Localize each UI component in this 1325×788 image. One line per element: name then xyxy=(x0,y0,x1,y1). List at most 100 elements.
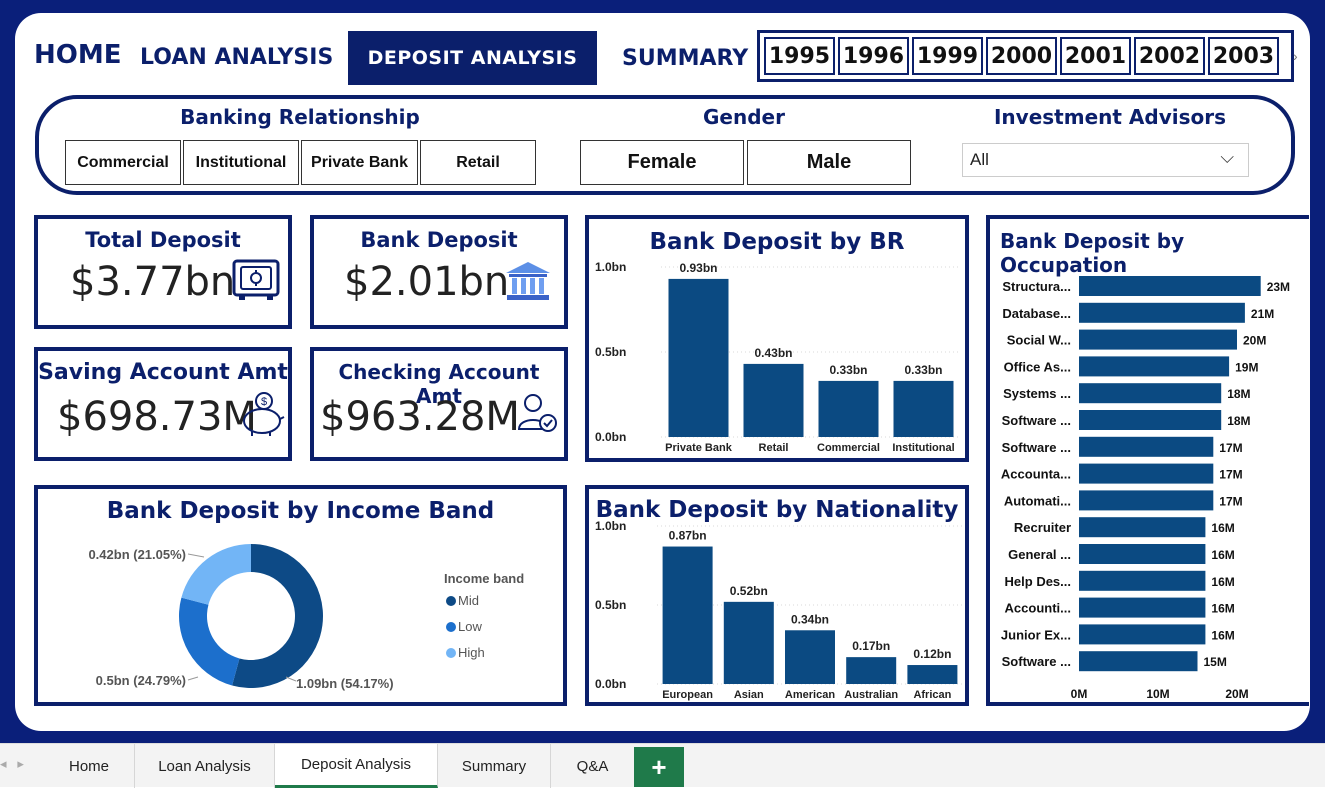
kpi-bank-deposit: Bank Deposit $2.01bn xyxy=(310,215,568,329)
kpi-value: $3.77bn xyxy=(70,259,236,305)
year-button[interactable]: 1999 xyxy=(912,37,983,75)
investment-advisors-label: Investment Advisors xyxy=(993,105,1226,129)
br-option-retail[interactable]: Retail xyxy=(420,140,536,185)
year-button[interactable]: 2003 xyxy=(1208,37,1279,75)
bar-data-label: 23M xyxy=(1267,280,1290,294)
kpi-label: Saving Account Amt xyxy=(38,360,288,385)
y-tick-label: Software ... xyxy=(1002,413,1071,428)
bar xyxy=(1079,410,1222,430)
nav-home[interactable]: HOME xyxy=(34,40,122,70)
y-tick-label: 1.0bn xyxy=(595,519,626,533)
x-tick-label: Commercial xyxy=(817,442,880,454)
bar xyxy=(1079,490,1214,511)
x-tick-label: African xyxy=(913,689,951,701)
year-button[interactable]: 2000 xyxy=(986,37,1057,75)
year-button[interactable]: 2002 xyxy=(1134,37,1205,75)
tab-qa[interactable]: Q&A xyxy=(551,744,634,788)
x-tick-label: 0M xyxy=(1071,687,1088,701)
bank-building-icon xyxy=(506,262,550,300)
legend-marker xyxy=(446,648,456,658)
br-option-private-bank[interactable]: Private Bank xyxy=(301,140,418,185)
dropdown-value: All xyxy=(970,150,989,169)
bar-data-label: 0.43bn xyxy=(754,346,792,360)
y-tick-label: Office As... xyxy=(1004,359,1071,374)
bar-data-label: 16M xyxy=(1211,628,1234,642)
donut-slice xyxy=(178,597,240,686)
chart-card-income-band: Bank Deposit by Income Band 1.09bn (54.1… xyxy=(34,485,567,706)
chevron-right-icon[interactable]: › xyxy=(1293,48,1298,64)
tab-summary[interactable]: Summary xyxy=(438,744,551,788)
y-tick-label: Software ... xyxy=(1002,654,1071,669)
tab-home[interactable]: Home xyxy=(44,744,135,788)
kpi-total-deposit: Total Deposit $3.77bn xyxy=(34,215,292,329)
y-tick-label: 0.5bn xyxy=(595,345,626,359)
legend-label: Mid xyxy=(458,593,479,608)
bar xyxy=(893,380,954,437)
y-tick-label: Structura... xyxy=(1002,279,1071,294)
x-tick-label: American xyxy=(785,689,835,701)
donut-chart-income-band: 1.09bn (54.17%) 0.5bn (24.79%) 0.42bn (21.… xyxy=(88,544,524,691)
y-tick-label: 0.5bn xyxy=(595,598,626,612)
tab-scroll-arrows-icon[interactable]: ◂ ▸ xyxy=(0,756,24,772)
slice-data-label: 1.09bn (54.17%) xyxy=(296,676,394,691)
tab-deposit-analysis[interactable]: Deposit Analysis xyxy=(275,744,438,788)
kpi-saving-account: Saving Account Amt $698.73M $ xyxy=(34,347,292,461)
x-tick-label: Retail xyxy=(759,442,789,454)
bar xyxy=(846,657,897,684)
bar-data-label: 17M xyxy=(1219,441,1242,455)
tab-loan-analysis[interactable]: Loan Analysis xyxy=(135,744,275,788)
bar-data-label: 0.33bn xyxy=(904,363,942,377)
bar-data-label: 0.33bn xyxy=(829,363,867,377)
x-tick-label: 20M xyxy=(1225,687,1248,701)
gender-option-male[interactable]: Male xyxy=(747,140,911,185)
bar xyxy=(818,380,879,437)
year-button[interactable]: 1996 xyxy=(838,37,909,75)
year-button[interactable]: 1995 xyxy=(764,37,835,75)
nav-summary[interactable]: SUMMARY xyxy=(622,46,748,71)
bar xyxy=(1079,624,1206,645)
legend-title: Income band xyxy=(444,571,524,586)
nav-deposit-analysis[interactable]: DEPOSIT ANALYSIS xyxy=(348,31,597,85)
nav-loan-analysis[interactable]: LOAN ANALYSIS xyxy=(140,45,333,70)
legend-marker xyxy=(446,622,456,632)
y-tick-label: Junior Ex... xyxy=(1001,627,1071,642)
bar xyxy=(1079,463,1214,484)
bar-data-label: 15M xyxy=(1204,655,1227,669)
year-button[interactable]: 2001 xyxy=(1060,37,1131,75)
br-option-commercial[interactable]: Commercial xyxy=(65,140,181,185)
bar xyxy=(907,665,958,684)
x-tick-label: 10M xyxy=(1146,687,1169,701)
bar xyxy=(668,278,729,437)
bar xyxy=(743,363,804,437)
slice-data-label: 0.5bn (24.79%) xyxy=(96,673,186,688)
y-tick-label: Accounti... xyxy=(1005,601,1071,616)
legend-label: High xyxy=(458,645,485,660)
bar-data-label: 18M xyxy=(1227,387,1250,401)
bar xyxy=(1079,356,1230,377)
investment-advisors-dropdown[interactable]: All ⌵ xyxy=(962,143,1249,177)
bar-data-label: 0.34bn xyxy=(791,612,829,626)
bar xyxy=(1079,383,1222,404)
gender-label: Gender xyxy=(703,105,785,129)
bar-data-label: 19M xyxy=(1235,360,1258,374)
bar-data-label: 0.17bn xyxy=(852,639,890,653)
chart-card-occupation: Bank Deposit by Occupation Structura... 2… xyxy=(986,215,1309,706)
y-tick-label: 0.0bn xyxy=(595,677,626,691)
bar-data-label: 0.87bn xyxy=(669,529,707,543)
br-option-institutional[interactable]: Institutional xyxy=(183,140,299,185)
add-sheet-button[interactable]: + xyxy=(634,747,684,787)
gender-option-female[interactable]: Female xyxy=(580,140,744,185)
sheet-tab-bar: ◂ ▸ Home Loan Analysis Deposit Analysis … xyxy=(0,743,1325,788)
bar xyxy=(1079,329,1237,350)
leader-line xyxy=(187,553,205,558)
y-tick-label: Help Des... xyxy=(1005,574,1071,589)
bar-data-label: 0.93bn xyxy=(679,261,717,275)
leader-line xyxy=(187,676,199,681)
bar-data-label: 0.12bn xyxy=(913,647,951,661)
bar-data-label: 0.52bn xyxy=(730,584,768,598)
bar xyxy=(1079,302,1245,323)
y-tick-label: 0.0bn xyxy=(595,430,626,444)
chart-card-nationality: Bank Deposit by Nationality 1.0bn 0.5bn 0.… xyxy=(585,485,969,706)
x-tick-label: Asian xyxy=(734,689,764,701)
x-tick-label: Private Bank xyxy=(665,442,733,454)
